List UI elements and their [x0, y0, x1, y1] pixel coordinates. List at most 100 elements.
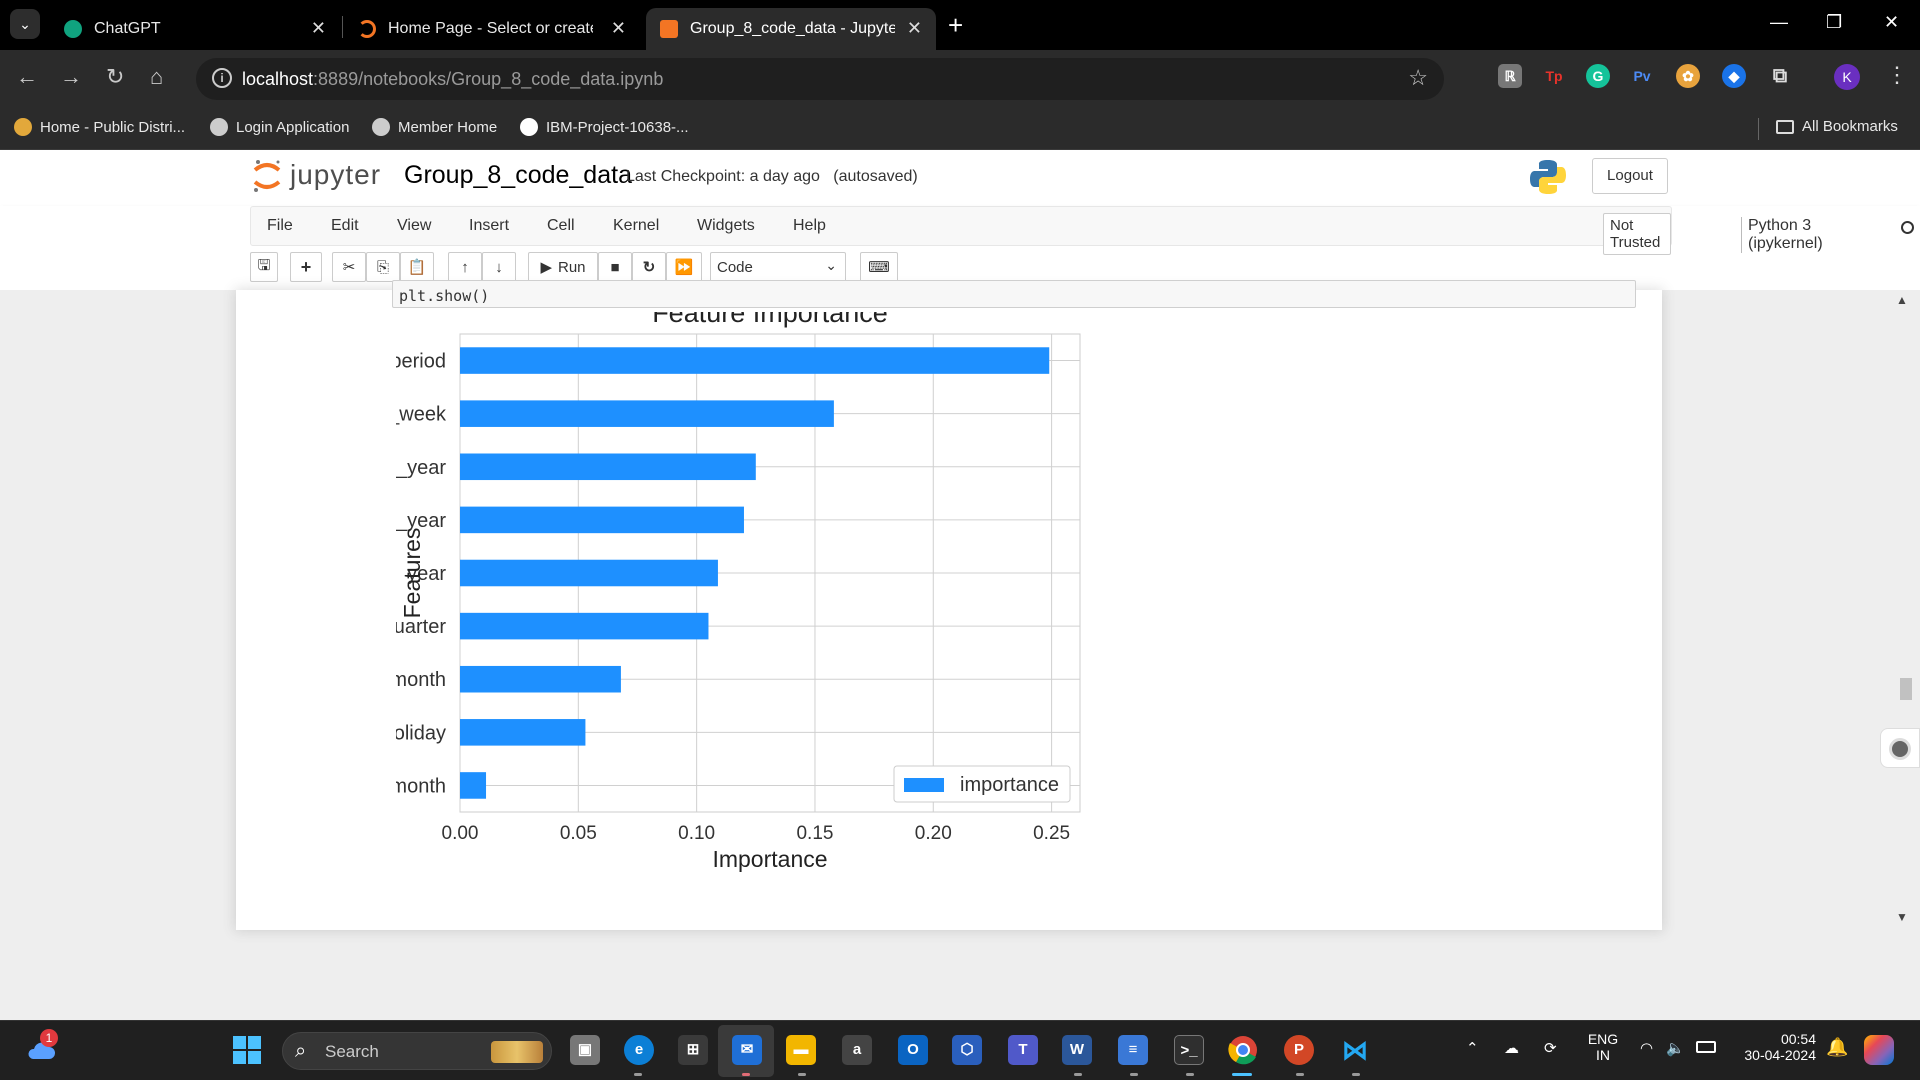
y-tick-label: week_of_year	[396, 457, 446, 479]
windows-start-icon[interactable]	[232, 1035, 262, 1065]
tab-chatgpt[interactable]: ChatGPT ✕	[50, 8, 340, 50]
running-indicator	[1352, 1073, 1360, 1076]
mail-icon[interactable]: ✉	[732, 1035, 762, 1065]
url-text[interactable]: localhost:8889/notebooks/Group_8_code_da…	[242, 69, 663, 90]
browser-menu-icon[interactable]: ⋮	[1886, 62, 1908, 88]
feature-importance-chart: 0.00 0.05 0.10 0.15 0.20 0.25 settlement_perio…	[287, 298, 1081, 872]
run-button[interactable]: ▶ Run	[528, 252, 598, 282]
notebook-name[interactable]: Group_8_code_data	[404, 161, 632, 190]
task-view-icon[interactable]: ▣	[570, 1035, 600, 1065]
bookmark-item[interactable]: Home - Public Distri...	[14, 118, 185, 136]
new-tab-button[interactable]: +	[948, 10, 963, 41]
search-highlight-icon	[491, 1041, 543, 1063]
store-icon[interactable]: ⊞	[678, 1035, 708, 1065]
scroll-up-arrow-icon[interactable]: ▲	[1896, 293, 1908, 307]
menu-file[interactable]: File	[267, 217, 293, 235]
app-cube-icon[interactable]: ⬡	[952, 1035, 982, 1065]
profile-avatar[interactable]: K	[1834, 64, 1860, 90]
site-info-icon[interactable]: i	[212, 68, 232, 88]
menu-edit[interactable]: Edit	[331, 217, 359, 235]
bookmark-item[interactable]: Member Home	[372, 118, 497, 136]
clock[interactable]: 00:54 30-04-2024	[1734, 1031, 1816, 1063]
word-icon[interactable]: W	[1062, 1035, 1092, 1065]
cut-icon[interactable]: ✂	[332, 252, 366, 282]
bookmark-item[interactable]: IBM-Project-10638-...	[520, 118, 689, 136]
all-bookmarks-button[interactable]: All Bookmarks	[1776, 118, 1898, 135]
scrollbar-thumb[interactable]	[1900, 678, 1912, 700]
language-indicator[interactable]: ENG IN	[1586, 1031, 1620, 1063]
extension-flower-icon[interactable]: ✿	[1676, 64, 1700, 88]
terminal-icon[interactable]: >_	[1174, 1035, 1204, 1065]
keyboard-icon[interactable]: ⌨	[860, 252, 898, 282]
teams-icon[interactable]: T	[1008, 1035, 1038, 1065]
menu-row: File Edit View Insert Cell Kernel Widget…	[250, 206, 1914, 255]
move-up-icon[interactable]: ↑	[448, 252, 482, 282]
menu-view[interactable]: View	[397, 217, 431, 235]
file-explorer-icon[interactable]: ▬	[786, 1035, 816, 1065]
restore-icon[interactable]: ❐	[1826, 12, 1842, 33]
bar-day-of-year	[460, 506, 744, 534]
jupyter-logo[interactable]: jupyter	[252, 158, 381, 192]
sync-icon[interactable]: ⟳	[1544, 1039, 1557, 1057]
battery-icon[interactable]	[1696, 1041, 1716, 1053]
save-icon[interactable]: 🖫	[250, 252, 278, 282]
tab-close-icon[interactable]: ✕	[611, 18, 626, 39]
extension-blue-icon[interactable]: ◆	[1722, 64, 1746, 88]
grammarly-icon[interactable]: G	[1586, 64, 1610, 88]
paste-icon[interactable]: 📋	[400, 252, 434, 282]
notification-bell-icon[interactable]: 🔔	[1826, 1037, 1848, 1058]
tab-title: Group_8_code_data - Jupyter N	[690, 20, 895, 37]
extensions-puzzle-icon[interactable]: ⧉	[1768, 64, 1792, 88]
extension-pv-icon[interactable]: Pv	[1630, 64, 1654, 88]
chrome-icon[interactable]	[1228, 1035, 1258, 1065]
notepad-icon[interactable]: ≡	[1118, 1035, 1148, 1065]
home-icon[interactable]: ⌂	[150, 64, 163, 90]
interrupt-icon[interactable]: ■	[598, 252, 632, 282]
amazon-icon[interactable]: a	[842, 1035, 872, 1065]
tab-notebook[interactable]: Group_8_code_data - Jupyter N ✕	[646, 8, 936, 50]
copilot-icon[interactable]	[1864, 1035, 1894, 1065]
trust-status-button[interactable]: Not Trusted	[1603, 213, 1671, 255]
vscode-icon[interactable]: ⋈	[1340, 1035, 1370, 1065]
taskbar-search[interactable]: ⌕ Search	[282, 1032, 552, 1070]
onedrive-icon[interactable]: ☁	[1504, 1039, 1519, 1057]
restart-icon[interactable]: ↻	[632, 252, 666, 282]
close-window-icon[interactable]: ✕	[1884, 12, 1899, 33]
tab-search-button[interactable]: ⌄	[10, 9, 40, 39]
back-arrow-icon[interactable]: ←	[16, 64, 38, 90]
reload-icon[interactable]: ↻	[106, 64, 124, 90]
extension-icon[interactable]: ℝ	[1498, 64, 1522, 88]
edge-icon[interactable]: e	[624, 1035, 654, 1065]
tab-close-icon[interactable]: ✕	[907, 18, 922, 39]
menu-cell[interactable]: Cell	[547, 217, 575, 235]
forward-arrow-icon[interactable]: →	[60, 64, 82, 90]
restart-run-all-icon[interactable]: ⏩	[666, 252, 702, 282]
logout-button[interactable]: Logout	[1592, 158, 1668, 194]
menu-insert[interactable]: Insert	[469, 217, 509, 235]
powerpoint-icon[interactable]: P	[1284, 1035, 1314, 1065]
extension-tp-icon[interactable]: Tp	[1542, 64, 1566, 88]
tab-close-icon[interactable]: ✕	[311, 18, 326, 39]
wifi-icon[interactable]: ◠	[1640, 1039, 1653, 1057]
bookmark-star-icon[interactable]: ☆	[1408, 65, 1428, 91]
outlook-icon[interactable]: O	[898, 1035, 928, 1065]
code-cell-input[interactable]: plt.show()	[392, 280, 1636, 308]
assistant-dot-icon	[1889, 738, 1911, 760]
volume-icon[interactable]: 🔈	[1666, 1039, 1685, 1057]
menu-kernel[interactable]: Kernel	[613, 217, 659, 235]
insert-cell-icon[interactable]: +	[290, 252, 322, 282]
minimize-icon[interactable]: —	[1770, 12, 1788, 33]
copy-icon[interactable]: ⎘	[366, 252, 400, 282]
cell-type-select[interactable]: Code ⌄	[710, 252, 846, 282]
kernel-name[interactable]: Python 3 (ipykernel)	[1741, 217, 1823, 253]
side-assistant-icon[interactable]	[1880, 728, 1920, 768]
chevron-up-icon[interactable]: ⌃	[1466, 1039, 1479, 1057]
address-bar[interactable]: i localhost:8889/notebooks/Group_8_code_…	[196, 58, 1444, 100]
checkpoint-status: Last Checkpoint: a day ago (autosaved)	[626, 168, 918, 186]
tab-home-page[interactable]: Home Page - Select or create a ✕	[344, 8, 640, 50]
bookmark-item[interactable]: Login Application	[210, 118, 349, 136]
move-down-icon[interactable]: ↓	[482, 252, 516, 282]
menu-widgets[interactable]: Widgets	[697, 217, 755, 235]
menu-help[interactable]: Help	[793, 217, 826, 235]
scroll-down-arrow-icon[interactable]: ▼	[1896, 910, 1908, 924]
